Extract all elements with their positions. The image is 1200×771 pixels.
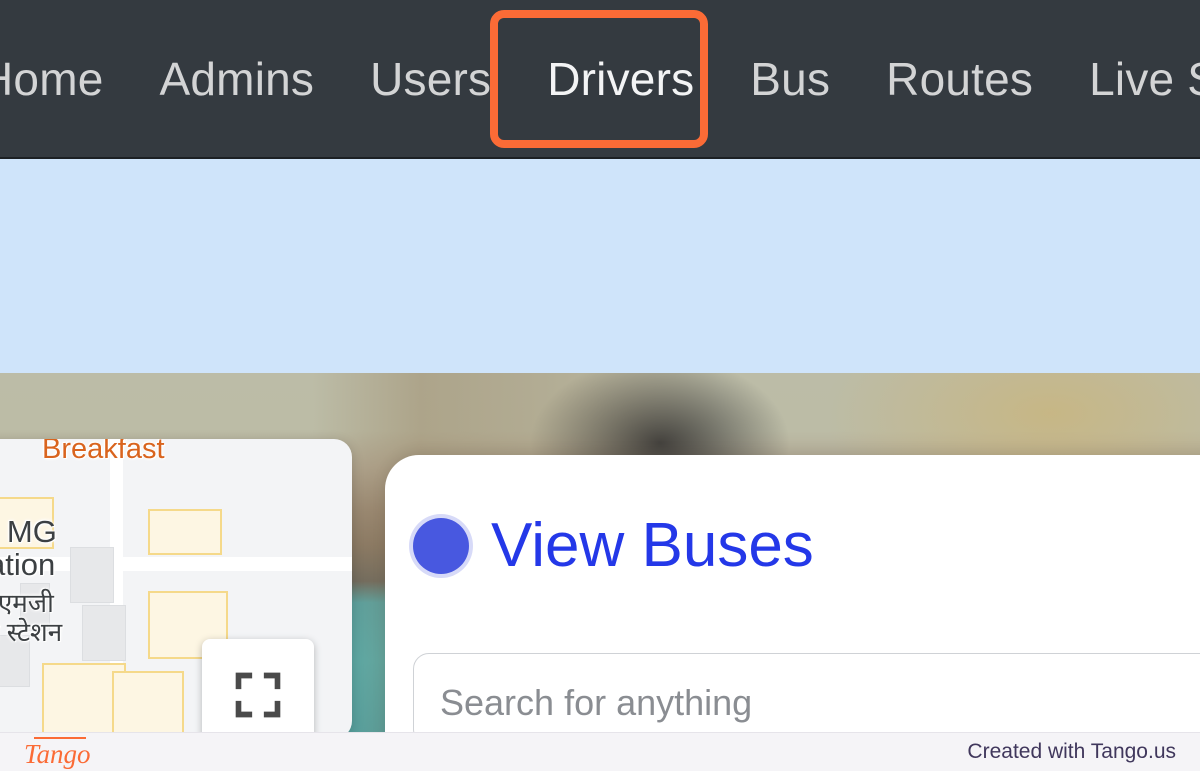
nav-item-routes[interactable]: Routes — [858, 56, 1061, 102]
card-title: View Buses — [491, 511, 814, 580]
nav-item-home[interactable]: Home — [0, 56, 132, 102]
map-label-station-hindi: - एमजी स स्टेशन — [0, 588, 63, 648]
map-building-block — [148, 509, 222, 555]
bullet-dot-icon — [413, 518, 469, 574]
tango-footer: Tango Created with Tango.us — [0, 732, 1200, 771]
page-content-area: Breakfast - MG ation - एमजी स स्टेशन — [0, 157, 1200, 732]
top-navigation-bar: Home Admins Users Drivers Bus Routes Liv… — [0, 0, 1200, 157]
map-fullscreen-button[interactable] — [202, 639, 314, 732]
footer-credit-text: Created with Tango.us — [967, 740, 1176, 763]
nav-item-live-status[interactable]: Live Stat — [1061, 56, 1200, 102]
map-building-block — [112, 671, 184, 732]
view-buses-card: View Buses Search for anything — [385, 455, 1200, 732]
nav-item-drivers[interactable]: Drivers — [519, 56, 722, 102]
tango-logo: Tango — [24, 736, 91, 769]
nav-item-admins[interactable]: Admins — [132, 56, 343, 102]
fullscreen-icon — [235, 672, 281, 718]
map-label-station-english: - MG ation — [0, 514, 57, 583]
search-input-placeholder: Search for anything — [440, 682, 753, 723]
nav-item-users[interactable]: Users — [342, 56, 519, 102]
card-heading-row: View Buses — [413, 515, 814, 577]
search-input-wrapper[interactable]: Search for anything — [413, 653, 1200, 732]
page-banner-strip — [0, 157, 1200, 373]
nav-item-list: Home Admins Users Drivers Bus Routes Liv… — [0, 0, 1200, 157]
nav-item-bus[interactable]: Bus — [722, 56, 858, 102]
map-label-breakfast: Breakfast — [42, 439, 165, 465]
map-panel[interactable]: Breakfast - MG ation - एमजी स स्टेशन — [0, 439, 352, 732]
screenshot-root: Home Admins Users Drivers Bus Routes Liv… — [0, 0, 1200, 771]
